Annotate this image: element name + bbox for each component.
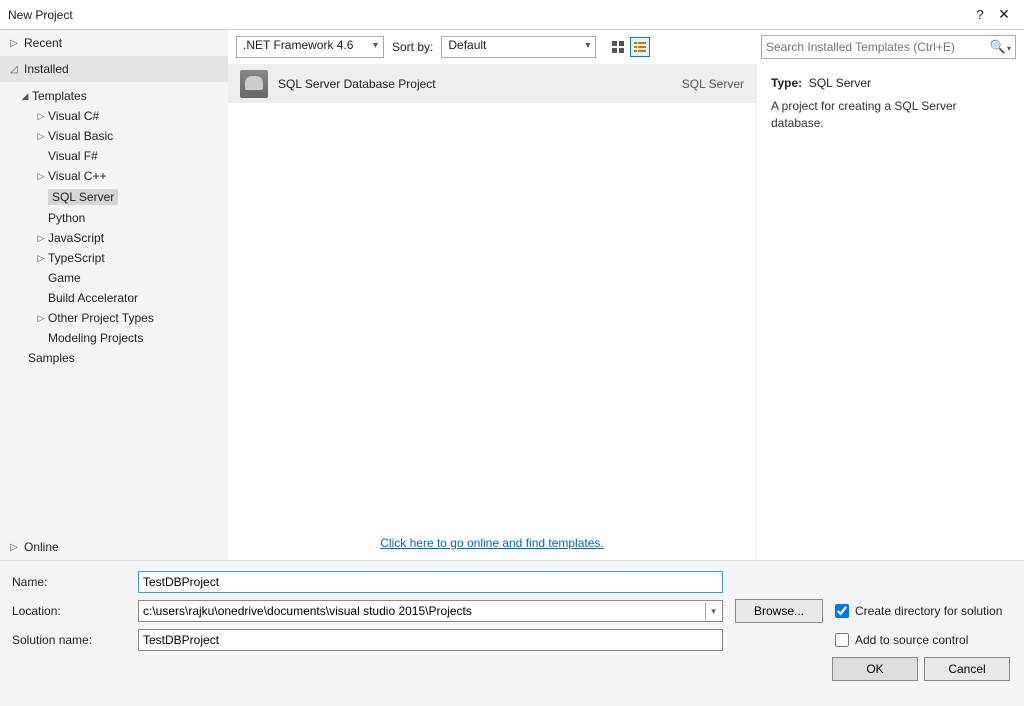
nav-online[interactable]: ▷ Online xyxy=(0,534,228,560)
browse-button[interactable]: Browse... xyxy=(735,599,823,623)
sort-select[interactable]: Default xyxy=(441,36,596,58)
nav-installed-label: Installed xyxy=(24,62,69,76)
tree-item-visual-c-[interactable]: ▷Visual C# xyxy=(0,106,228,126)
location-label: Location: xyxy=(12,604,132,618)
chevron-right-icon: ▷ xyxy=(36,171,46,182)
tree-item-label: Visual Basic xyxy=(48,129,113,143)
tree-templates-label: Templates xyxy=(32,89,87,103)
template-tree: ◢ Templates ▷Visual C#▷Visual BasicVisua… xyxy=(0,82,228,534)
nav-installed[interactable]: ◿ Installed xyxy=(0,56,228,82)
close-icon[interactable]: ✕ xyxy=(992,6,1016,23)
tree-templates[interactable]: ◢ Templates xyxy=(0,86,228,106)
name-label: Name: xyxy=(12,575,132,589)
template-item-sqlserver[interactable]: SQL Server Database Project SQL Server xyxy=(228,65,756,103)
sourcecontrol-label: Add to source control xyxy=(855,633,968,647)
chevron-right-icon: ▷ xyxy=(10,38,20,49)
sort-value: Default xyxy=(448,38,486,52)
solution-label: Solution name: xyxy=(12,633,132,647)
nav-recent-label: Recent xyxy=(24,36,62,50)
chevron-right-icon: ▷ xyxy=(36,233,46,244)
tree-item-label: Modeling Projects xyxy=(48,331,143,345)
template-lang: SQL Server xyxy=(682,77,744,91)
template-list: SQL Server Database Project SQL Server C… xyxy=(228,64,756,560)
tree-item-label: JavaScript xyxy=(48,231,104,245)
tree-item-visual-f-[interactable]: Visual F# xyxy=(0,146,228,166)
info-panel: Type: SQL Server A project for creating … xyxy=(756,64,1024,560)
tree-item-label: SQL Server xyxy=(48,189,118,205)
tree-item-label: Game xyxy=(48,271,81,285)
chevron-right-icon: ▷ xyxy=(36,111,46,122)
tree-item-other-project-types[interactable]: ▷Other Project Types xyxy=(0,308,228,328)
right-panel: .NET Framework 4.6 Sort by: Default 🔍 xyxy=(228,30,1024,560)
window-title: New Project xyxy=(8,8,968,22)
chevron-down-icon: ◢ xyxy=(20,91,30,102)
type-description: A project for creating a SQL Server data… xyxy=(771,98,1010,132)
view-grid-icon[interactable] xyxy=(608,37,628,57)
nav-online-label: Online xyxy=(24,540,59,554)
tree-item-game[interactable]: Game xyxy=(0,268,228,288)
createdir-checkbox-row[interactable]: Create directory for solution xyxy=(835,604,1002,618)
nav-recent[interactable]: ▷ Recent xyxy=(0,30,228,56)
tree-item-visual-basic[interactable]: ▷Visual Basic xyxy=(0,126,228,146)
tree-item-visual-c-[interactable]: ▷Visual C++ xyxy=(0,166,228,186)
tree-item-python[interactable]: Python xyxy=(0,208,228,228)
tree-item-label: Visual C# xyxy=(48,109,99,123)
type-label: Type: xyxy=(771,76,802,90)
tree-item-build-accelerator[interactable]: Build Accelerator xyxy=(0,288,228,308)
tree-item-typescript[interactable]: ▷TypeScript xyxy=(0,248,228,268)
location-input[interactable] xyxy=(138,600,723,622)
view-mode-group xyxy=(608,37,650,57)
sourcecontrol-checkbox-row[interactable]: Add to source control xyxy=(835,633,968,647)
tree-item-javascript[interactable]: ▷JavaScript xyxy=(0,228,228,248)
left-panel: ▷ Recent ◿ Installed ◢ Templates ▷Visual… xyxy=(0,30,228,560)
tree-item-label: Visual C++ xyxy=(48,169,106,183)
tree-item-modeling-projects[interactable]: Modeling Projects xyxy=(0,328,228,348)
ok-button[interactable]: OK xyxy=(832,657,918,681)
framework-value: .NET Framework 4.6 xyxy=(243,38,353,52)
createdir-label: Create directory for solution xyxy=(855,604,1002,618)
createdir-checkbox[interactable] xyxy=(835,604,849,618)
framework-select[interactable]: .NET Framework 4.6 xyxy=(236,36,384,58)
cancel-button[interactable]: Cancel xyxy=(924,657,1010,681)
search-icon[interactable]: 🔍 xyxy=(990,39,1011,55)
footer-form: Name: Location: ▾ Browse... Create direc… xyxy=(0,560,1024,706)
type-line: Type: SQL Server xyxy=(771,76,1010,90)
online-link-row: Click here to go online and find templat… xyxy=(228,526,756,560)
tree-item-label: Build Accelerator xyxy=(48,291,138,305)
sort-label: Sort by: xyxy=(392,40,433,54)
sourcecontrol-checkbox[interactable] xyxy=(835,633,849,647)
search-box[interactable]: 🔍 xyxy=(761,35,1016,59)
content-area: ▷ Recent ◿ Installed ◢ Templates ▷Visual… xyxy=(0,30,1024,560)
tree-item-label: Visual F# xyxy=(48,149,98,163)
solution-input[interactable] xyxy=(138,629,723,651)
location-wrap: ▾ xyxy=(138,600,723,622)
tree-samples-label: Samples xyxy=(28,351,75,365)
chevron-right-icon: ▷ xyxy=(36,313,46,324)
location-dropdown-icon[interactable]: ▾ xyxy=(705,602,721,620)
online-templates-link[interactable]: Click here to go online and find templat… xyxy=(380,536,603,550)
filter-bar: .NET Framework 4.6 Sort by: Default 🔍 xyxy=(228,30,1024,64)
database-icon xyxy=(240,70,268,98)
search-input[interactable] xyxy=(766,40,990,54)
tree-item-sql-server[interactable]: SQL Server xyxy=(0,186,228,208)
chevron-right-icon: ▷ xyxy=(36,131,46,142)
chevron-right-icon: ▷ xyxy=(10,542,20,553)
help-icon[interactable]: ? xyxy=(968,7,992,22)
type-value: SQL Server xyxy=(809,76,871,90)
chevron-right-icon: ▷ xyxy=(36,253,46,264)
template-name: SQL Server Database Project xyxy=(278,77,672,91)
tree-item-label: Python xyxy=(48,211,85,225)
name-input[interactable] xyxy=(138,571,723,593)
chevron-down-icon: ◿ xyxy=(10,64,20,75)
tree-item-label: Other Project Types xyxy=(48,311,154,325)
middle-row: SQL Server Database Project SQL Server C… xyxy=(228,64,1024,560)
titlebar: New Project ? ✕ xyxy=(0,0,1024,30)
tree-item-label: TypeScript xyxy=(48,251,105,265)
view-list-icon[interactable] xyxy=(630,37,650,57)
tree-samples[interactable]: Samples xyxy=(0,348,228,368)
